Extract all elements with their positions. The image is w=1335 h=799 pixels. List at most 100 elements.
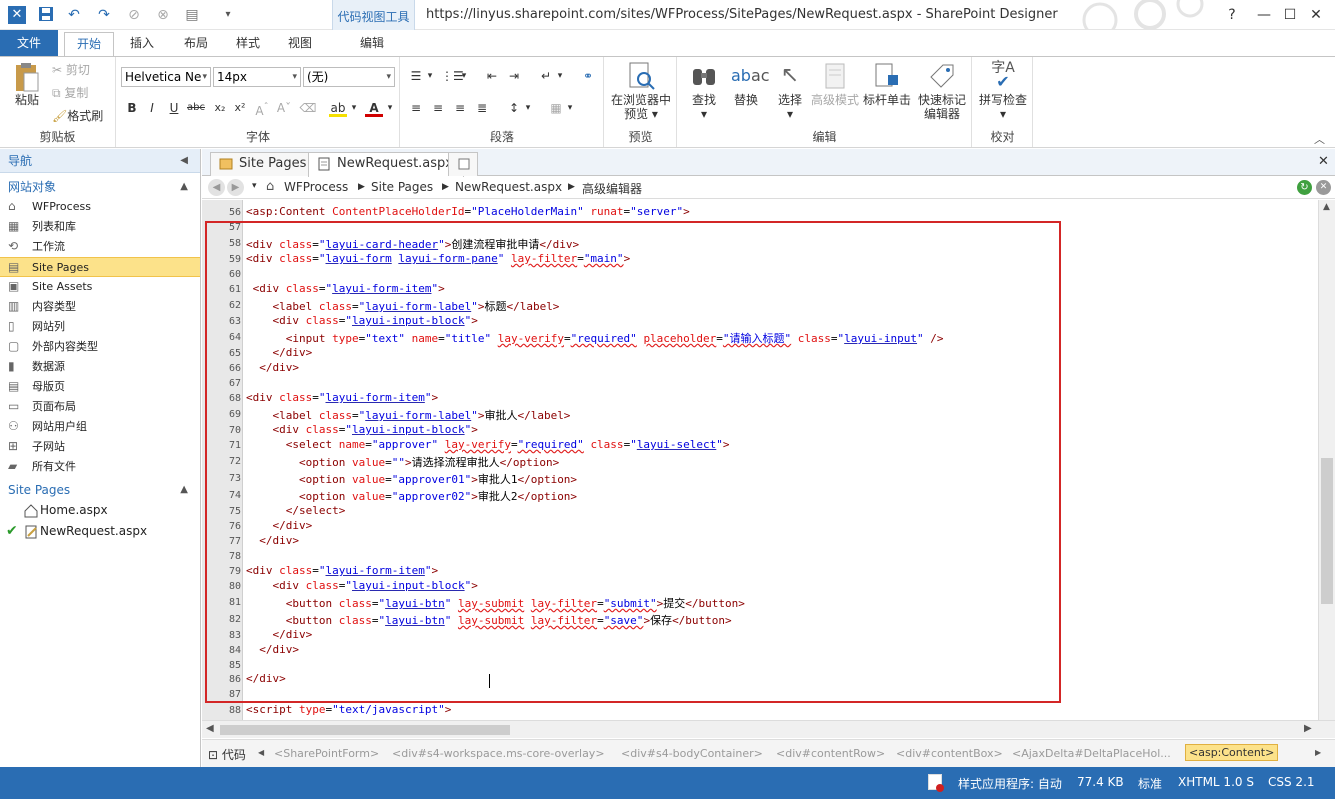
close-button[interactable]: ✕ (1305, 4, 1327, 26)
breadcrumb-advanced-editor[interactable]: 高级编辑器 (582, 180, 642, 197)
code-line[interactable]: </div> (246, 346, 313, 359)
indent-icon[interactable]: ⇥ (505, 67, 523, 85)
nav-item[interactable]: ▤ Site Pages (0, 257, 200, 277)
tag-item[interactable]: <div#s4-workspace.ms-core-overlay> (392, 747, 605, 760)
line-spacing-dropdown-icon[interactable]: ▾ (523, 99, 533, 117)
select-button[interactable]: ↖ 选择 ▾ (770, 61, 810, 121)
code-line[interactable]: <label class="layui-form-label">标题</labe… (246, 298, 560, 314)
breadcrumb-site-pages[interactable]: Site Pages (371, 180, 433, 194)
code-line[interactable]: <label class="layui-form-label">审批人</lab… (246, 407, 571, 423)
code-line[interactable]: </div> (246, 361, 299, 374)
font-color-dropdown-icon[interactable]: ▾ (385, 99, 395, 117)
outdent-icon[interactable]: ⇤ (483, 67, 501, 85)
code-line[interactable]: </div> (246, 672, 286, 685)
cut-button[interactable]: ✂ 剪切 (52, 61, 90, 78)
tag-click-button[interactable]: 标杆单击 (862, 61, 912, 107)
justify-icon[interactable]: ≣ (473, 99, 491, 117)
highlight-dropdown-icon[interactable]: ▾ (349, 99, 359, 117)
advanced-mode-button[interactable]: 高级模式 (810, 61, 860, 107)
help-button[interactable]: ? (1221, 4, 1243, 26)
quick-tag-editor-button[interactable]: 快速标记 编辑器 (914, 61, 970, 121)
preview-icon[interactable]: ▤ (182, 6, 202, 24)
superscript-icon[interactable]: x² (231, 99, 249, 117)
borders-icon[interactable]: ▦ (547, 99, 565, 117)
italic-icon[interactable]: I (143, 99, 161, 117)
code-editor[interactable]: 56 57 58 59 60 61 62 63 64 65 66 67 68 69 70 71 72 73 74 75… (202, 200, 1318, 720)
bullets-dropdown-icon[interactable]: ▾ (425, 67, 435, 85)
replace-button[interactable]: abac 替换 (726, 61, 770, 107)
numbering-dropdown-icon[interactable]: ▾ (459, 67, 469, 85)
font-style-select[interactable]: (无) (303, 67, 395, 87)
code-line[interactable]: </select> (246, 504, 346, 517)
qat-customize-icon[interactable]: ▾ (218, 6, 238, 24)
tag-scroll-right-icon[interactable]: ▶ (1315, 748, 1321, 757)
save-icon[interactable] (36, 6, 56, 24)
horizontal-scrollbar[interactable]: ◀ ▶ (202, 720, 1335, 738)
scroll-left-icon[interactable]: ◀ (206, 723, 214, 734)
maximize-button[interactable]: ☐ (1279, 4, 1301, 26)
shrink-font-icon[interactable]: Aˇ (275, 99, 293, 117)
chevron-up-icon[interactable]: ▲ (180, 177, 188, 197)
nav-item[interactable]: ▯ 网站列 (0, 317, 200, 337)
code-view-toggle[interactable]: ⊡ 代码 (208, 746, 246, 763)
nav-item[interactable]: ▢ 外部内容类型 (0, 337, 200, 357)
nav-item[interactable]: ⌂ WFProcess (0, 197, 200, 217)
code-line[interactable]: <option value="approver01">审批人1</option> (246, 471, 577, 487)
code-line[interactable]: <select name="approver" lay-verify="requ… (246, 438, 730, 451)
tab-layout[interactable]: 布局 (172, 32, 220, 56)
code-line[interactable]: <button class="layui-btn" lay-submit lay… (246, 612, 732, 628)
direction-dropdown-icon[interactable]: ▾ (555, 67, 565, 85)
nav-item[interactable]: ⟲ 工作流 (0, 237, 200, 257)
breadcrumb-wfprocess[interactable]: WFProcess (284, 180, 348, 194)
tag-item[interactable]: <div#s4-bodyContainer> (621, 747, 763, 760)
nav-item[interactable]: ▣ Site Assets (0, 277, 200, 297)
find-button[interactable]: 查找 ▾ (684, 61, 724, 121)
css-version-status[interactable]: CSS 2.1 (1268, 775, 1315, 789)
subscript-icon[interactable]: x₂ (211, 99, 229, 117)
nav-item[interactable]: ▤ 母版页 (0, 377, 200, 397)
code-line[interactable]: <button class="layui-btn" lay-submit lay… (246, 595, 745, 611)
code-line[interactable]: <div class="layui-input-block"> (246, 423, 478, 436)
spell-check-button[interactable]: 字A ✔ 拼写检查 ▾ (975, 61, 1031, 121)
tab-insert[interactable]: 插入 (118, 32, 166, 56)
link-icon[interactable]: ⚭ (579, 67, 597, 85)
tab-edit[interactable]: 编辑 (348, 32, 396, 56)
redo-icon[interactable]: ↷ (94, 6, 114, 24)
site-page-home[interactable]: Home.aspx (0, 500, 200, 521)
highlight-color-icon[interactable]: ab (329, 99, 347, 117)
horizontal-scroll-thumb[interactable] (220, 725, 510, 735)
tag-item-current[interactable]: <asp:Content> (1185, 744, 1279, 761)
scroll-up-icon[interactable]: ▲ (1323, 202, 1330, 212)
code-line[interactable]: <input type="text" name="title" lay-veri… (246, 330, 944, 346)
style-application-status[interactable]: 样式应用程序: 自动 (958, 775, 1062, 792)
grow-font-icon[interactable]: Aˆ (253, 99, 271, 118)
code-line[interactable]: </div> (246, 519, 313, 532)
code-line[interactable]: <div class="layui-form layui-form-pane" … (246, 252, 630, 265)
code-line[interactable]: <div class="layui-form-item"> (246, 391, 438, 404)
scroll-right-icon[interactable]: ▶ (1304, 723, 1312, 734)
line-spacing-icon[interactable]: ↕ (505, 99, 523, 117)
tab-view[interactable]: 视图 (276, 32, 324, 56)
code-line[interactable]: <script type="text/javascript"> (246, 703, 451, 716)
site-objects-section[interactable]: 网站对象 ▲ (0, 177, 200, 197)
minimize-button[interactable]: — (1253, 4, 1275, 26)
tab-site-pages[interactable]: Site Pages (210, 152, 318, 176)
tag-item[interactable]: <AjaxDelta#DeltaPlaceHol... (1012, 747, 1171, 760)
paste-button[interactable]: 粘贴 (8, 61, 46, 107)
tag-item[interactable]: <SharePointForm> (274, 747, 379, 760)
site-pages-section[interactable]: Site Pages ▲ (0, 480, 200, 500)
nav-item[interactable]: ⚇ 网站用户组 (0, 417, 200, 437)
tab-style[interactable]: 样式 (224, 32, 272, 56)
code-line[interactable]: <option value="">请选择流程审批人</option> (246, 454, 559, 470)
nav-item[interactable]: ▭ 页面布局 (0, 397, 200, 417)
vertical-scrollbar[interactable]: ▲ (1318, 200, 1335, 720)
font-family-select[interactable]: Helvetica Ne (121, 67, 211, 87)
nav-item[interactable]: ▮ 数据源 (0, 357, 200, 377)
site-page-newrequest[interactable]: ✔ NewRequest.aspx (0, 521, 200, 542)
close-document-icon[interactable]: ✕ (1318, 154, 1329, 169)
refresh-icon[interactable]: ↻ (1297, 180, 1312, 195)
browser-preview-button[interactable]: 在浏览器中 预览 ▾ (607, 61, 675, 121)
bold-icon[interactable]: B (123, 99, 141, 117)
collapse-ribbon-icon[interactable]: ︿ (1314, 131, 1325, 147)
tab-home[interactable]: 开始 (64, 32, 114, 56)
